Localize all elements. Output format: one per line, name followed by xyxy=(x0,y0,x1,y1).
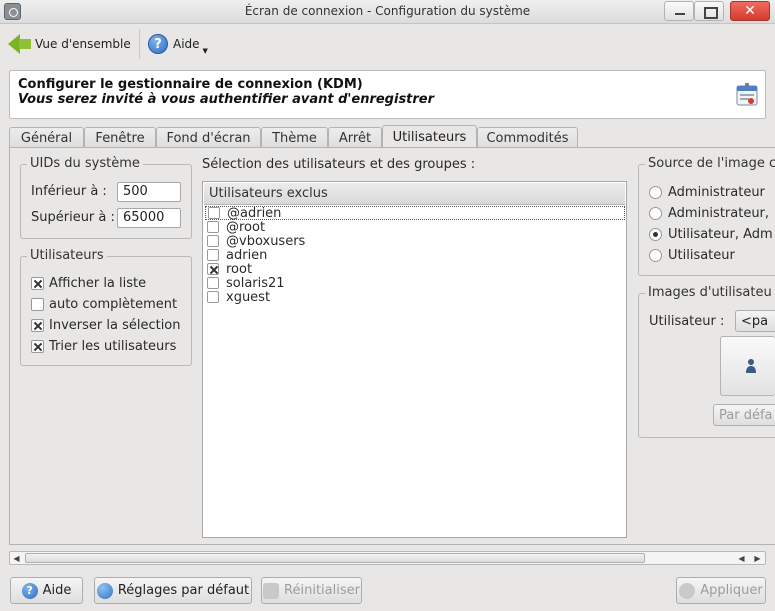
help-icon: ? xyxy=(148,34,168,54)
module-title: Configurer le gestionnaire de connexion … xyxy=(18,77,363,92)
help-icon: ? xyxy=(21,582,38,599)
sort-users-checkbox[interactable] xyxy=(31,340,44,353)
login-manager-icon xyxy=(736,83,758,106)
tab-shutdown[interactable]: Arrêt xyxy=(328,127,382,148)
module-header: Configurer le gestionnaire de connexion … xyxy=(9,70,766,119)
close-icon: ✕ xyxy=(744,3,756,19)
close-button[interactable]: ✕ xyxy=(730,1,770,21)
help-button[interactable]: ? Aide xyxy=(10,577,83,604)
list-item-checkbox[interactable] xyxy=(207,235,219,247)
restore-defaults-icon xyxy=(96,582,113,599)
source-admin-radio[interactable] xyxy=(649,186,662,199)
tab-conveniences[interactable]: Commodités xyxy=(477,127,578,148)
autocomplete-checkbox[interactable] xyxy=(31,298,44,311)
list-item-checkbox[interactable] xyxy=(207,249,219,261)
default-image-button[interactable]: Par défa xyxy=(713,404,775,426)
user-images-title: Images d'utilisateu xyxy=(645,285,775,300)
scrollbar-thumb[interactable] xyxy=(25,553,645,563)
lower-uid-field[interactable]: 500 xyxy=(117,182,181,202)
list-item[interactable]: @adrien xyxy=(205,206,625,221)
upper-uid-label: Supérieur à : xyxy=(31,210,115,225)
invert-selection-checkbox[interactable] xyxy=(31,319,44,332)
help-menu-button[interactable]: ? Aide ▼ xyxy=(148,30,208,58)
title-bar: Écran de connexion - Configuration du sy… xyxy=(0,0,775,24)
tab-background[interactable]: Fond d'écran xyxy=(156,127,261,148)
list-item[interactable]: root xyxy=(207,262,252,277)
show-list-option[interactable]: Afficher la liste xyxy=(31,276,146,291)
list-item[interactable]: @root xyxy=(207,220,265,235)
dropdown-caret-icon: ▼ xyxy=(202,47,208,55)
tab-bar: Général Fenêtre Fond d'écran Thème Arrêt… xyxy=(9,125,769,148)
image-source-title: Source de l'image c xyxy=(645,156,775,171)
toolbar: Vue d'ensemble ? Aide ▼ xyxy=(0,25,775,63)
scroll-left-end-icon[interactable]: ◀ xyxy=(735,552,748,564)
overview-label: Vue d'ensemble xyxy=(35,37,131,51)
user-select-dropdown[interactable]: <pa xyxy=(735,310,775,332)
list-item-checkbox[interactable] xyxy=(207,277,219,289)
apply-icon xyxy=(679,582,696,599)
horizontal-scrollbar[interactable]: ◀ ◀ ▶ xyxy=(9,551,766,565)
defaults-button[interactable]: Réglages par défaut xyxy=(94,577,252,604)
source-user-admin-radio[interactable] xyxy=(649,228,662,241)
tab-theme[interactable]: Thème xyxy=(261,127,328,148)
reset-icon xyxy=(263,582,280,599)
source-user-radio[interactable] xyxy=(649,249,662,262)
list-item[interactable]: @vboxusers xyxy=(207,234,305,249)
autocomplete-option[interactable]: auto complètement xyxy=(31,297,177,312)
excluded-users-list[interactable]: Utilisateurs exclus @adrien @root @vboxu… xyxy=(202,181,627,538)
source-admin-option[interactable]: Administrateur xyxy=(649,185,765,200)
show-list-checkbox[interactable] xyxy=(31,277,44,290)
back-arrow-icon xyxy=(8,33,32,55)
list-item[interactable]: solaris21 xyxy=(207,276,285,291)
invert-selection-option[interactable]: Inverser la sélection xyxy=(31,318,181,333)
source-user-option[interactable]: Utilisateur xyxy=(649,248,735,263)
source-admin-user-option[interactable]: Administrateur, xyxy=(649,206,769,221)
user-select-label: Utilisateur : xyxy=(649,314,725,329)
users-options-title: Utilisateurs xyxy=(27,248,107,263)
scroll-right-icon[interactable]: ▶ xyxy=(751,552,764,564)
list-item-checkbox[interactable] xyxy=(207,221,219,233)
user-avatar-button[interactable] xyxy=(720,336,775,396)
auth-notice: Vous serez invité à vous authentifier av… xyxy=(18,92,435,107)
reset-button[interactable]: Réinitialiser xyxy=(261,577,362,604)
tab-window[interactable]: Fenêtre xyxy=(84,127,156,148)
list-item[interactable]: adrien xyxy=(207,248,267,263)
apply-button[interactable]: Appliquer xyxy=(676,577,766,604)
tab-users[interactable]: Utilisateurs xyxy=(382,125,477,148)
minimize-button[interactable] xyxy=(664,1,694,21)
help-label: Aide xyxy=(173,37,200,51)
selection-title: Sélection des utilisateurs et des groupe… xyxy=(202,157,476,172)
scroll-left-icon[interactable]: ◀ xyxy=(10,552,23,564)
maximize-button[interactable] xyxy=(694,1,724,21)
list-item-checkbox[interactable] xyxy=(208,207,220,219)
source-admin-user-radio[interactable] xyxy=(649,207,662,220)
sort-users-option[interactable]: Trier les utilisateurs xyxy=(31,339,176,354)
overview-button[interactable]: Vue d'ensemble xyxy=(8,30,131,58)
lower-uid-label: Inférieur à : xyxy=(31,184,107,199)
upper-uid-field[interactable]: 65000 xyxy=(117,208,181,228)
source-user-admin-option[interactable]: Utilisateur, Adm xyxy=(649,227,773,242)
list-column-header[interactable]: Utilisateurs exclus xyxy=(204,183,625,205)
list-item-checkbox[interactable] xyxy=(207,291,219,303)
window-title: Écran de connexion - Configuration du sy… xyxy=(244,4,531,18)
uid-range-title: UIDs du système xyxy=(27,156,143,171)
list-item[interactable]: xguest xyxy=(207,290,270,305)
list-item-checkbox[interactable] xyxy=(207,263,219,275)
toolbar-separator xyxy=(139,29,140,59)
tab-general[interactable]: Général xyxy=(9,127,84,148)
user-icon xyxy=(746,359,756,373)
